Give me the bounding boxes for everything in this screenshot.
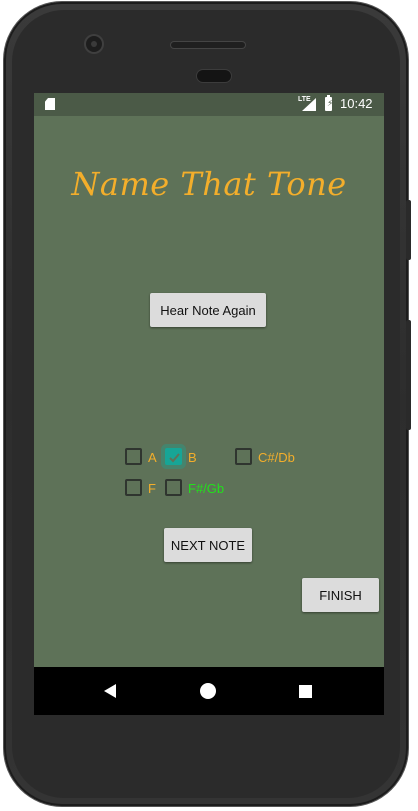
status-time: 10:42 [340, 96, 373, 111]
home-icon[interactable] [200, 683, 216, 699]
option-label-a: A [148, 450, 157, 465]
proximity-sensor [197, 70, 231, 82]
signal-icon [302, 98, 316, 111]
next-note-button[interactable]: NEXT NOTE [164, 528, 252, 562]
checkmark-icon [169, 453, 180, 463]
option-label-f: F [148, 481, 156, 496]
volume-rocker [406, 320, 411, 430]
app-title: Name That Tone [71, 165, 347, 203]
sd-card-icon [45, 98, 55, 110]
option-label-f-sharp-g-flat: F#/Gb [188, 481, 225, 496]
back-icon[interactable] [104, 684, 116, 698]
navigation-bar [34, 667, 384, 715]
finish-button[interactable]: FINISH [302, 578, 379, 612]
hear-note-again-button[interactable]: Hear Note Again [150, 293, 266, 327]
front-camera [86, 36, 102, 52]
checkbox-b[interactable] [165, 448, 182, 465]
power-button [406, 200, 411, 260]
option-label-b: B [188, 450, 197, 465]
checkbox-f[interactable] [125, 479, 142, 496]
option-label-c-sharp-d-flat: C#/Db [258, 450, 295, 465]
status-bar: LTE ⚡ 10:42 [34, 93, 384, 116]
checkbox-f-sharp-g-flat[interactable] [165, 479, 182, 496]
charging-bolt-icon: ⚡ [327, 99, 334, 109]
earpiece-speaker [171, 42, 245, 48]
recents-icon[interactable] [299, 685, 312, 698]
phone-screen: LTE ⚡ 10:42 Name That Tone Hear Note Aga… [34, 93, 384, 715]
checkbox-c-sharp-d-flat[interactable] [235, 448, 252, 465]
checkbox-a[interactable] [125, 448, 142, 465]
